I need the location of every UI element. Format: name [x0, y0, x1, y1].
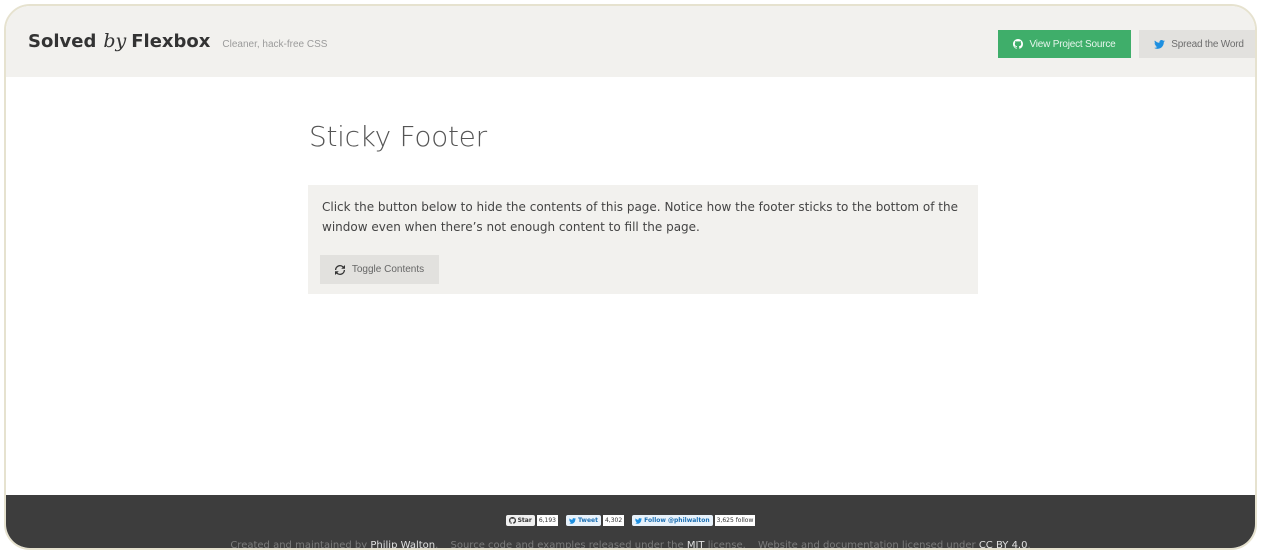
toggle-contents-button[interactable]: Toggle Contents: [320, 255, 439, 284]
github-icon: [1013, 39, 1024, 49]
credits-license-text: license.: [707, 540, 746, 550]
github-star-count[interactable]: 6,193: [536, 515, 558, 526]
credits-created-text: Created and maintained by: [230, 540, 368, 550]
view-project-source-label: View Project Source: [1029, 38, 1116, 50]
twitter-icon: [569, 517, 576, 524]
credits-period: .: [435, 540, 439, 550]
twitter-icon: [635, 517, 643, 524]
site-header: Solved by Flexbox Cleaner, hack-free CSS…: [6, 6, 1255, 77]
credits-source-text: Source code and examples released under …: [450, 540, 684, 550]
github-star-group: Star 6,193: [505, 515, 558, 526]
credits-docs-text: Website and documentation licensed under: [757, 540, 976, 550]
twitter-icon: [1154, 39, 1166, 49]
twitter-follow-label: Follow @philwalton: [644, 517, 710, 524]
github-icon: [508, 517, 516, 524]
content-panel: Click the button below to hide the conte…: [308, 185, 978, 294]
github-star-button[interactable]: Star: [505, 515, 535, 526]
page-title: Sticky Footer: [309, 120, 487, 153]
brand-flexbox: Flexbox: [131, 31, 211, 52]
tweet-button[interactable]: Tweet: [566, 515, 601, 526]
social-buttons: Star 6,193 Tweet 4,302 Follow @philwalto…: [6, 515, 1255, 526]
tweet-label: Tweet: [578, 517, 598, 524]
tweet-count[interactable]: 4,302: [602, 515, 625, 526]
author-link[interactable]: Philip Walton: [370, 540, 435, 548]
twitter-follow-button[interactable]: Follow @philwalton: [632, 515, 713, 526]
panel-description: Click the button below to hide the conte…: [322, 200, 958, 234]
browser-frame: Solved by Flexbox Cleaner, hack-free CSS…: [4, 4, 1257, 550]
twitter-follower-count[interactable]: 3,625 follow: [714, 515, 756, 526]
tweet-group: Tweet 4,302: [566, 515, 625, 526]
spread-the-word-label: Spread the Word: [1171, 38, 1244, 50]
cc-by-link[interactable]: CC BY 4.0: [979, 540, 1028, 548]
site-brand[interactable]: Solved by Flexbox Cleaner, hack-free CSS: [28, 30, 327, 52]
twitter-follow-group: Follow @philwalton 3,625 follow: [632, 515, 756, 526]
footer-credits: Created and maintained by Philip Walton.…: [6, 540, 1255, 550]
view-project-source-button[interactable]: View Project Source: [998, 30, 1131, 58]
brand-solved: Solved: [28, 31, 97, 52]
spread-the-word-button[interactable]: Spread the Word: [1139, 30, 1255, 58]
brand-tagline: Cleaner, hack-free CSS: [222, 39, 328, 50]
toggle-contents-label: Toggle Contents: [351, 264, 425, 275]
credits-final-period: .: [1027, 540, 1031, 550]
refresh-icon: [334, 264, 345, 275]
site-footer: Star 6,193 Tweet 4,302 Follow @philwalto…: [6, 495, 1255, 550]
brand-by: by: [103, 30, 127, 52]
github-star-label: Star: [517, 517, 532, 524]
mit-license-link[interactable]: MIT: [687, 540, 705, 548]
